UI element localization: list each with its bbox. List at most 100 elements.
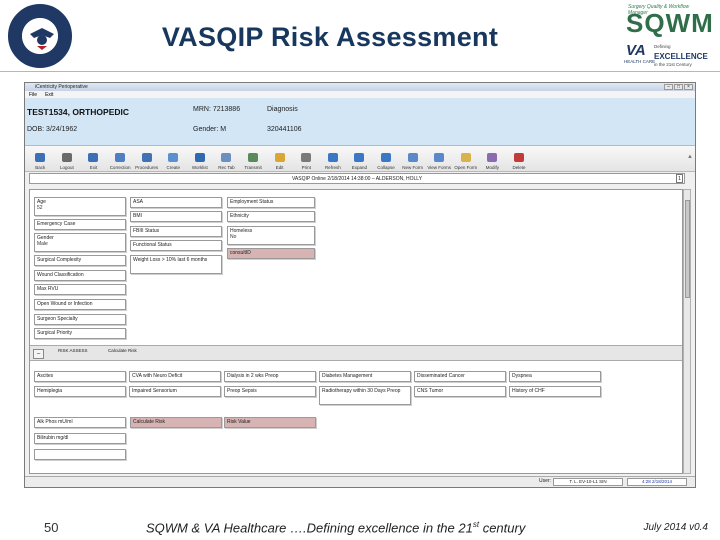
toolbar-button-label: Procedures [135,165,159,170]
weight-loss-field[interactable]: Weight Loss > 10% last 6 months [130,255,222,274]
max-rvu-field[interactable]: Max RVU [34,284,126,295]
minimize-button[interactable]: – [664,84,673,90]
toolbar-button-label: Rec Tab [218,165,235,170]
bmi-field[interactable]: BMI [130,211,222,222]
toolbar-button-back[interactable]: Back [27,146,54,171]
toolbar-button-delete[interactable]: Delete [506,146,533,171]
toolbar-button-refresh[interactable]: Refresh [320,146,347,171]
lab-field-partial[interactable] [34,449,126,460]
toolbar-button-label: Delete [512,165,526,170]
risk-field-dialysis[interactable]: Dialysis in 2 wks Preop [224,371,316,382]
asa-field[interactable]: ASA [130,197,222,208]
close-button[interactable]: × [684,84,693,90]
employment-status-field[interactable]: Employment Status [227,197,315,208]
toolbar-button-label: Worklist [191,165,208,170]
age-field[interactable]: Age 52 [34,197,126,216]
risk-label-dialysis: Dialysis in 2 wks Preop [227,373,279,379]
risk-field-radiotherapy[interactable]: Radiotherapy within 30 Days Preop [319,386,411,405]
toolbar-button-rec-tab[interactable]: Rec Tab [213,146,240,171]
toolbar-button-create[interactable]: Create [160,146,187,171]
toolbar-button-expand[interactable]: Expand [346,146,373,171]
new-form-icon [407,153,418,162]
ethnicity-label: Ethnicity [230,213,249,219]
slide-title: VASQIP Risk Assessment [161,22,499,52]
patient-mrn: MRN: 7213886 [193,106,241,113]
procedures-icon [141,153,152,162]
risk-assess-bar: – RISK ASSESS Calculate Risk [30,345,682,361]
logout-icon [61,153,72,162]
toolbar-button-new-form[interactable]: New Form [399,146,426,171]
surgical-priority-label: Surgical Priority [37,330,73,336]
emergency-case-field[interactable]: Emergency Case [34,219,126,230]
toolbar-button-edit[interactable]: Edit [266,146,293,171]
vertical-scrollbar[interactable] [683,189,691,474]
calculate-risk-button[interactable]: Calculate Risk [130,417,222,428]
risk-value-label: Risk Value [227,419,251,425]
toolbar-button-collapse[interactable]: Collapse [373,146,400,171]
calculate-risk-label[interactable]: Calculate Risk [108,348,137,353]
risk-field-sepsis[interactable]: Preop Sepsis [224,386,316,397]
window-titlebar: iCentricity Perioperative – □ × [25,83,695,91]
surgeon-specialty-field[interactable]: Surgeon Specialty [34,314,126,325]
patient-gender: Gender: M [193,126,227,133]
toolbar-button-modify[interactable]: Modify [479,146,506,171]
footer-text-post: century [479,520,526,536]
bilirubin-field[interactable]: Bilirubin mg/dl [34,433,126,444]
form-page-number[interactable]: 1 [676,174,683,183]
collapse-risk-button[interactable]: – [33,349,44,359]
scrollbar-thumb[interactable] [685,200,690,298]
slide-footer-text: SQWM & VA Healthcare ….Defining excellen… [146,520,525,535]
toolbar-button-procedures[interactable]: Procedures [133,146,160,171]
risk-field-dyspnea[interactable]: Dyspnea [509,371,601,382]
surgical-priority-field[interactable]: Surgical Priority [34,328,126,339]
surgical-complexity-field[interactable]: Surgical Complexity [34,255,126,266]
toolbar-button-worklist[interactable]: Worklist [187,146,214,171]
homeless-field[interactable]: Homeless No [227,226,315,245]
menu-file[interactable]: File [29,92,37,98]
ethnicity-field[interactable]: Ethnicity [227,211,315,222]
menu-exit[interactable]: Exit [45,92,53,98]
wound-classification-field[interactable]: Wound Classification [34,270,126,281]
open-wound-field[interactable]: Open Wound or Infection [34,299,126,310]
risk-field-cns-tumor[interactable]: CNS Tumor [414,386,506,397]
risk-field-hemiplegia[interactable]: Hemiplegia [34,386,126,397]
va-logo-sub: HEALTH CARE [624,59,656,64]
toolbar-button-correction[interactable]: Correction [107,146,134,171]
toolbar-button-exit[interactable]: Exit [80,146,107,171]
status-user-label: User: [539,478,551,484]
logo-main: SQWM [626,8,714,38]
risk-field-diabetes[interactable]: Diabetes Management [319,371,411,382]
toolbar-button-label: New Form [402,165,423,170]
gender-value: Male [37,241,48,247]
toolbar-button-label: Logout [60,165,74,170]
toolbar-button-view-forms[interactable]: View Forms [426,146,453,171]
maximize-button[interactable]: □ [674,84,683,90]
risk-value-field[interactable]: Risk Value [224,417,316,428]
functional-status-field[interactable]: Functional Status [130,240,222,251]
consult-id-field[interactable]: consultID [227,248,315,259]
menubar: File Exit [25,91,695,98]
risk-field-cva[interactable]: CVA with Neuro Deficit [129,371,221,382]
alk-phos-field[interactable]: Alk Phos mU/ml [34,417,126,428]
risk-field-sensorium[interactable]: Impaired Sensorium [129,386,221,397]
toolbar-button-print[interactable]: Print [293,146,320,171]
patient-dob: DOB: 3/24/1962 [27,126,78,133]
risk-field-ascites[interactable]: Ascites [34,371,126,382]
expand-icon [354,153,365,162]
gender-field[interactable]: Gender Male [34,233,126,252]
surgeon-specialty-label: Surgeon Specialty [37,316,78,322]
toolbar: Back Logout Exit Correction Procedures Create… [25,145,695,172]
toolbar-button-label: Transmit [244,165,262,170]
patient-name: TEST1534, ORTHOPEDIC [27,107,130,117]
risk-field-chf[interactable]: History of CHF [509,386,601,397]
age-value: 52 [37,205,43,211]
toolbar-button-logout[interactable]: Logout [54,146,81,171]
toolbar-scroll-icon[interactable]: ▲ [687,154,693,160]
risk-field-cancer[interactable]: Disseminated Cancer [414,371,506,382]
form-title: VASQIP Online 2/18/2014 14:38:00 – ALDER… [291,175,423,182]
risk-assess-label: RISK ASSESS [58,348,88,353]
toolbar-button-open-form[interactable]: Open Form [453,146,480,171]
fbi-status-field[interactable]: FBIII Status [130,226,222,237]
surgical-complexity-label: Surgical Complexity [37,257,82,263]
toolbar-button-transmit[interactable]: Transmit [240,146,267,171]
